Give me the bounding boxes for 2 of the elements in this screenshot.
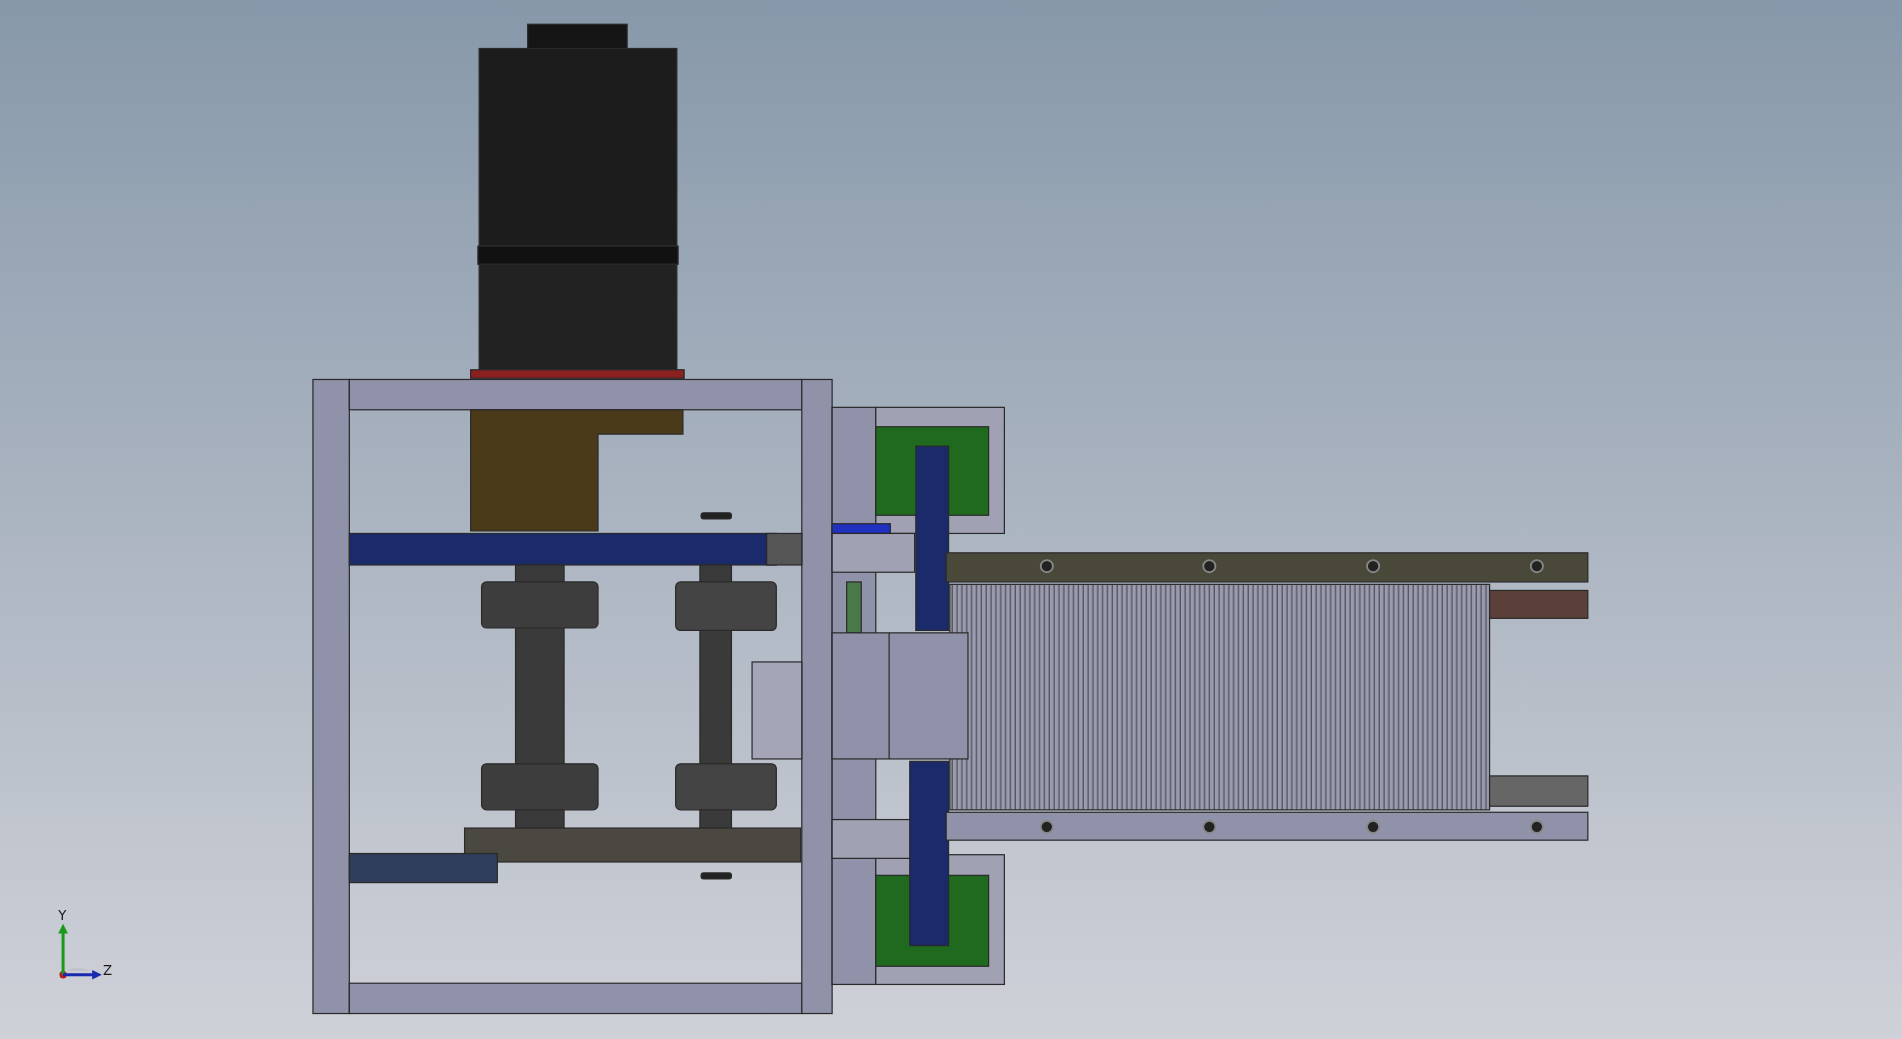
axis-label: Y [58, 908, 67, 924]
axis-label: Z [103, 962, 113, 978]
